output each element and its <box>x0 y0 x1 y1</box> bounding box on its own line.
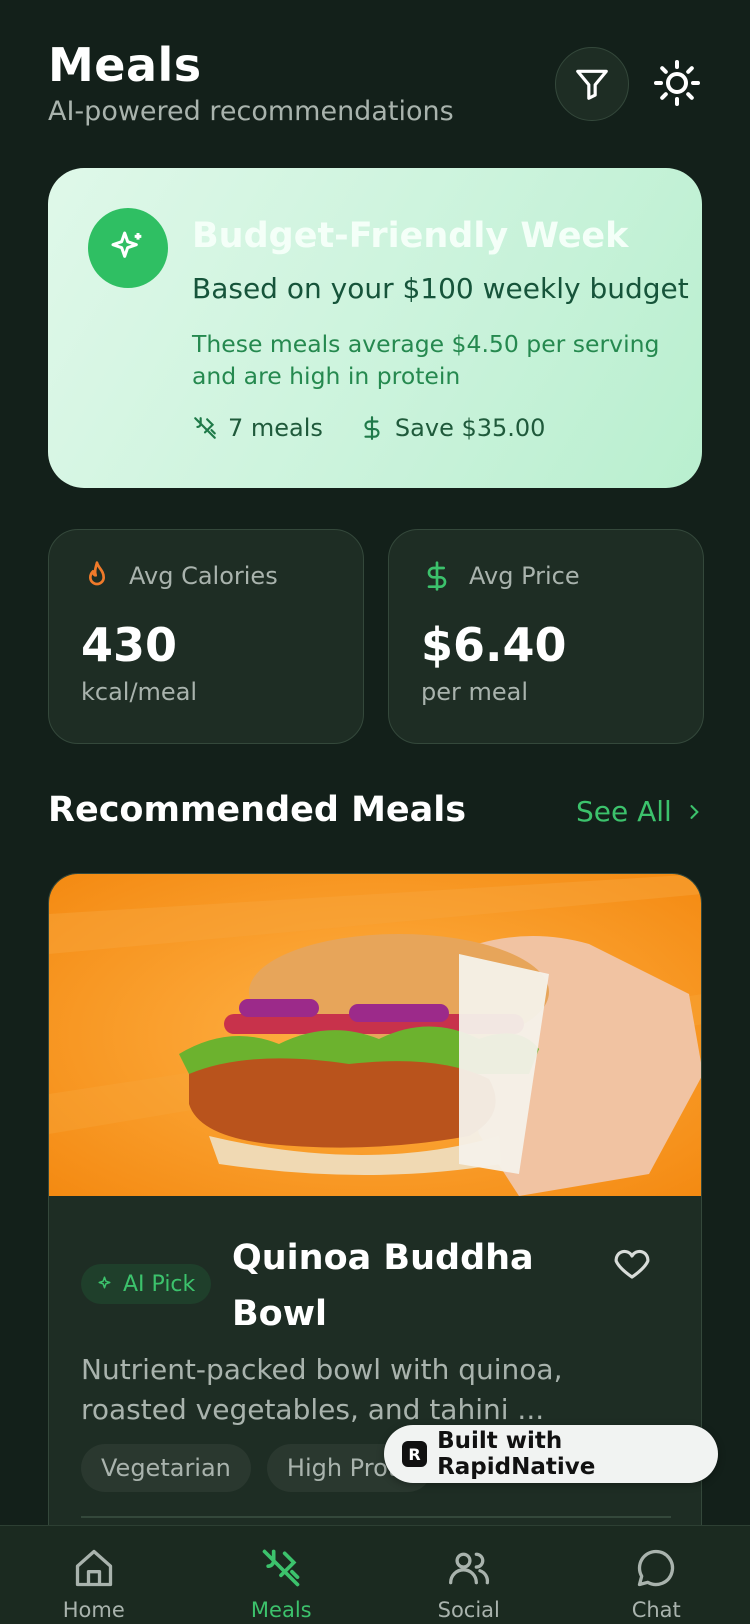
avg-price-card: Avg Price $6.40 per meal <box>388 529 704 744</box>
card-label-row: Avg Calories <box>81 560 278 592</box>
see-all-link[interactable]: See All <box>576 795 704 828</box>
tab-meals[interactable]: Meals <box>188 1526 376 1624</box>
hero-stat-label: Save $35.00 <box>394 414 546 442</box>
dollar-icon <box>427 561 447 591</box>
ai-pick-badge: AI Pick <box>81 1264 212 1304</box>
dollar-icon <box>364 416 380 440</box>
tab-label: Home <box>62 1598 125 1622</box>
meal-image <box>49 874 701 1196</box>
rapidnative-logo-icon: R <box>402 1441 428 1467</box>
see-all-label: See All <box>576 795 672 828</box>
section-title: Recommended Meals <box>48 790 467 830</box>
meal-tag: Vegetarian <box>81 1444 251 1492</box>
ai-pick-label: AI Pick <box>123 1271 196 1297</box>
utensils-icon <box>262 1549 300 1587</box>
avg-calories-card: Avg Calories 430 kcal/meal <box>48 529 364 744</box>
filter-button[interactable] <box>555 47 629 121</box>
hero-subtitle: Based on your $100 weekly budget <box>192 272 689 305</box>
sun-icon <box>654 60 700 106</box>
meal-name: Quinoa Buddha Bowl <box>232 1238 534 1334</box>
card-value: $6.40 <box>421 618 567 672</box>
card-divider <box>81 1516 671 1518</box>
meal-description: Nutrient-packed bowl with quinoa, roaste… <box>81 1353 563 1426</box>
tab-label: Meals <box>250 1598 312 1622</box>
hero-stat-savings: Save $35.00 <box>359 414 546 442</box>
hero-stats: 7 meals Save $35.00 <box>192 414 581 442</box>
hero-stat-meals: 7 meals <box>192 414 323 442</box>
tab-label: Chat <box>631 1598 681 1622</box>
meal-tags: Vegetarian High Prote <box>81 1444 432 1492</box>
tab-chat[interactable]: Chat <box>563 1526 750 1624</box>
chevron-right-icon <box>690 804 699 819</box>
hero-icon-circle <box>88 208 168 288</box>
filter-icon <box>576 69 608 100</box>
theme-toggle-button[interactable] <box>651 57 703 109</box>
built-with-badge[interactable]: R Built with RapidNative <box>384 1425 718 1483</box>
flame-icon <box>89 561 105 586</box>
hero-description: These meals average $4.50 per serving an… <box>192 330 660 390</box>
built-with-label: Built with RapidNative <box>437 1428 596 1480</box>
card-label: Avg Price <box>469 562 580 590</box>
bottom-tab-bar: Home Meals Social Chat <box>0 1525 750 1624</box>
utensils-icon <box>194 417 216 439</box>
tab-home[interactable]: Home <box>0 1526 188 1624</box>
meal-card[interactable]: AI Pick Quinoa Buddha Bowl Nutrient-pack… <box>48 873 702 1624</box>
home-icon <box>75 1549 112 1587</box>
heart-icon <box>614 1249 650 1279</box>
hero-stat-label: 7 meals <box>228 414 323 442</box>
card-label: Avg Calories <box>129 562 278 590</box>
favorite-button[interactable] <box>611 1242 653 1288</box>
card-value: 430 <box>81 618 178 672</box>
card-unit: per meal <box>421 678 529 706</box>
card-unit: kcal/meal <box>81 678 198 706</box>
budget-hero-card[interactable]: Budget-Friendly Week Based on your $100 … <box>48 168 702 488</box>
sparkles-icon <box>98 1276 111 1289</box>
tab-social[interactable]: Social <box>375 1526 563 1624</box>
card-label-row: Avg Price <box>421 560 580 592</box>
hero-title: Budget-Friendly Week <box>192 216 629 256</box>
sparkles-icon <box>111 231 142 258</box>
chat-icon <box>638 1549 675 1587</box>
tab-label: Social <box>437 1598 500 1622</box>
users-icon <box>448 1552 489 1585</box>
